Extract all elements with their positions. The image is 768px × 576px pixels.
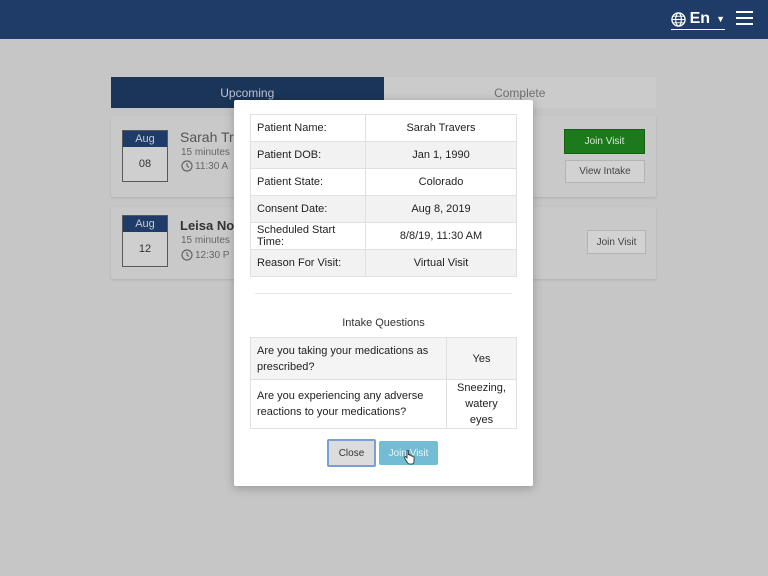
date-day: 08: [138, 158, 152, 170]
visit-time: 12:30 P: [181, 249, 229, 261]
join-visit-button[interactable]: Join Visit: [564, 129, 645, 154]
info-label: Scheduled Start Time:: [250, 222, 366, 250]
intake-questions-title: Intake Questions: [342, 317, 425, 329]
info-value: 8/8/19, 11:30 AM: [365, 222, 517, 250]
caret-down-icon: ▼: [716, 14, 725, 24]
clock-icon: [181, 249, 193, 261]
patient-name: Sarah Tra: [180, 129, 242, 145]
table-row: Patient DOB: Jan 1, 1990: [250, 141, 517, 169]
visit-time: 11:30 A: [181, 160, 228, 172]
table-row: Scheduled Start Time: 8/8/19, 11:30 AM: [250, 222, 517, 250]
date-month: Aug: [123, 216, 167, 232]
divider: [255, 293, 512, 294]
globe-icon: [670, 11, 686, 27]
answer-text: Yes: [446, 337, 517, 380]
visit-duration: 15 minutes: [181, 235, 230, 246]
date-day: 12: [138, 243, 152, 255]
table-row: Consent Date: Aug 8, 2019: [250, 195, 517, 223]
info-label: Reason For Visit:: [250, 249, 366, 277]
info-label: Consent Date:: [250, 195, 366, 223]
date-month: Aug: [123, 131, 167, 147]
info-value: Virtual Visit: [365, 249, 517, 277]
table-row: Are you taking your medications as presc…: [250, 337, 517, 380]
hand-cursor-icon: [403, 450, 415, 465]
question-text: Are you experiencing any adverse reactio…: [250, 379, 447, 429]
table-row: Are you experiencing any adverse reactio…: [250, 379, 517, 429]
join-visit-button[interactable]: Join Visit: [587, 230, 646, 254]
language-selector[interactable]: En ▼: [670, 10, 725, 30]
view-intake-button[interactable]: View Intake: [565, 160, 645, 183]
info-value: Sarah Travers: [365, 114, 517, 142]
top-bar: En ▼: [0, 0, 768, 39]
intake-questions-table: Are you taking your medications as presc…: [250, 337, 517, 429]
visit-time-text: 12:30 P: [195, 249, 230, 261]
visit-duration: 15 minutes: [181, 147, 230, 158]
info-label: Patient State:: [250, 168, 366, 196]
hamburger-icon[interactable]: [736, 11, 753, 25]
info-value: Aug 8, 2019: [365, 195, 517, 223]
intake-modal: Patient Name: Sarah Travers Patient DOB:…: [234, 100, 533, 486]
info-value: Colorado: [365, 168, 517, 196]
date-badge: Aug 12: [122, 215, 168, 267]
info-label: Patient Name:: [250, 114, 366, 142]
visit-time-text: 11:30 A: [195, 160, 229, 172]
language-label: En: [689, 10, 711, 27]
info-value: Jan 1, 1990: [365, 141, 517, 169]
info-label: Patient DOB:: [250, 141, 366, 169]
clock-icon: [181, 160, 193, 172]
date-badge: Aug 08: [122, 130, 168, 182]
question-text: Are you taking your medications as presc…: [250, 337, 447, 380]
answer-text: Sneezing, watery eyes: [446, 379, 517, 429]
table-row: Patient Name: Sarah Travers: [250, 114, 517, 142]
close-button[interactable]: Close: [327, 439, 376, 467]
table-row: Reason For Visit: Virtual Visit: [250, 249, 517, 277]
table-row: Patient State: Colorado: [250, 168, 517, 196]
patient-info-table: Patient Name: Sarah Travers Patient DOB:…: [250, 114, 517, 277]
